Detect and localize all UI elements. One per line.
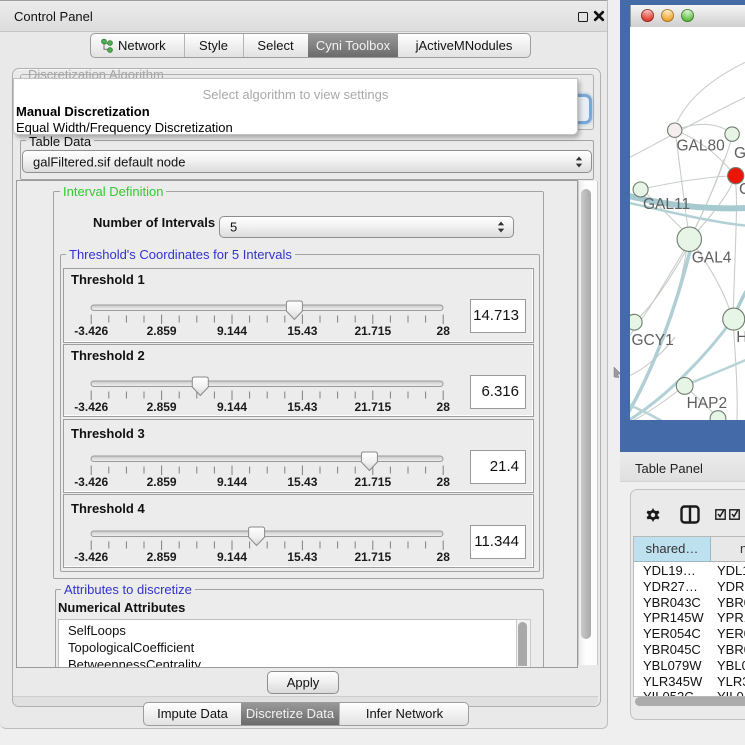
svg-text:GAL11: GAL11: [643, 196, 690, 213]
svg-text:GA: GA: [734, 145, 745, 162]
svg-text:-3.426: -3.426: [74, 324, 108, 338]
svg-text:15.43: 15.43: [287, 324, 317, 338]
svg-text:15.43: 15.43: [287, 400, 317, 414]
svg-text:GAL4: GAL4: [692, 249, 732, 266]
svg-text:9.144: 9.144: [217, 550, 247, 564]
svg-text:21.715: 21.715: [354, 475, 391, 489]
svg-text:28: 28: [437, 400, 451, 414]
svg-text:GCY1: GCY1: [632, 332, 674, 349]
svg-text:C: C: [739, 181, 745, 198]
svg-text:9.144: 9.144: [217, 475, 247, 489]
svg-text:-3.426: -3.426: [74, 475, 108, 489]
svg-text:2.859: 2.859: [147, 550, 177, 564]
svg-text:2.859: 2.859: [147, 475, 177, 489]
svg-text:2.859: 2.859: [147, 324, 177, 338]
svg-text:GAL80: GAL80: [677, 138, 726, 155]
svg-text:15.43: 15.43: [287, 475, 317, 489]
svg-text:HAP2: HAP2: [687, 395, 728, 412]
svg-text:2.859: 2.859: [147, 400, 177, 414]
svg-text:15.43: 15.43: [287, 550, 317, 564]
svg-text:28: 28: [437, 475, 451, 489]
svg-text:9.144: 9.144: [217, 324, 247, 338]
svg-text:28: 28: [437, 550, 451, 564]
svg-text:H: H: [736, 329, 745, 346]
svg-text:21.715: 21.715: [354, 400, 391, 414]
svg-text:21.715: 21.715: [354, 550, 391, 564]
svg-text:-3.426: -3.426: [74, 550, 108, 564]
svg-text:9.144: 9.144: [217, 400, 247, 414]
svg-text:28: 28: [437, 324, 451, 338]
svg-text:21.715: 21.715: [354, 324, 391, 338]
svg-text:-3.426: -3.426: [74, 400, 108, 414]
